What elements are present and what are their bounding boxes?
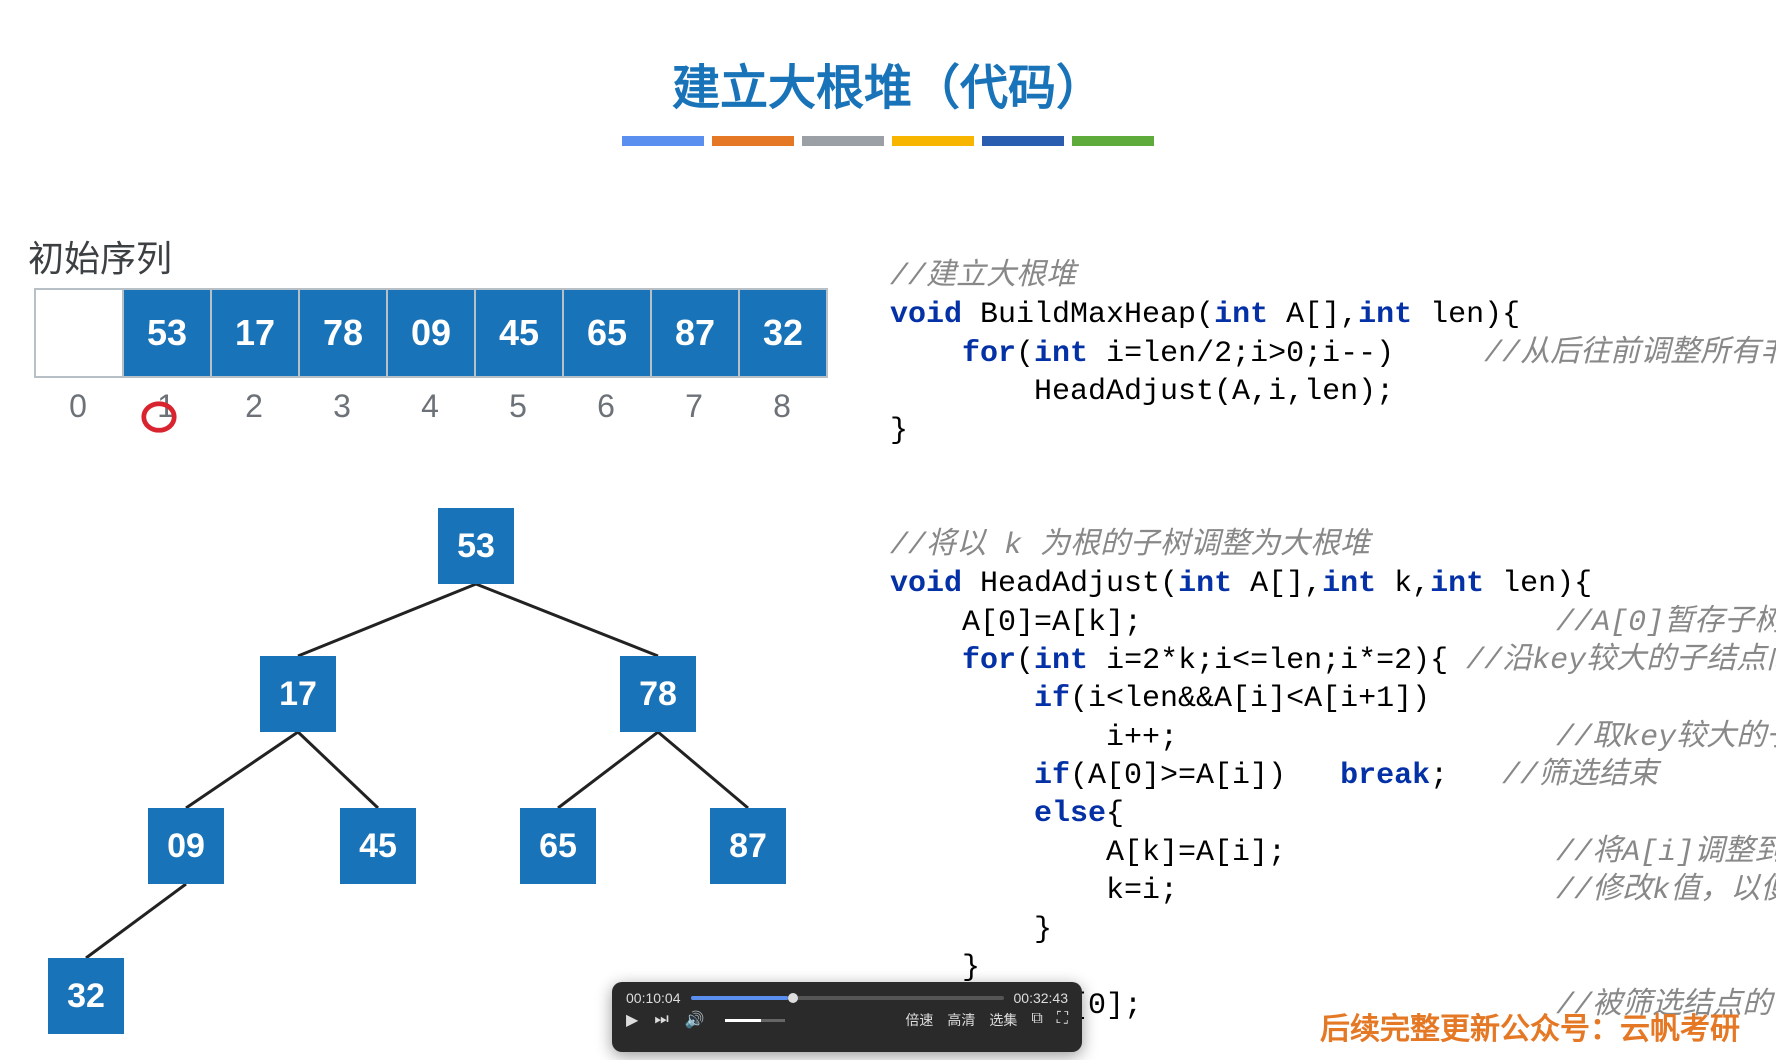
volume-slider[interactable] [725,1019,785,1022]
index-cell: 0 [34,388,122,425]
tree-node: 78 [620,656,696,732]
index-cell: 7 [650,388,738,425]
volume-icon[interactable]: 🔊 [685,1010,705,1030]
index-cell: 4 [386,388,474,425]
tree-node: 65 [520,808,596,884]
tree-node: 45 [340,808,416,884]
watermark-footer: 后续完整更新公众号：云帆考研 [1320,1004,1740,1048]
code-block: //建立大根堆 void BuildMaxHeap(int A[],int le… [890,258,1760,1026]
time-total: 00:32:43 [1014,990,1069,1006]
decorative-color-bars [0,136,1776,146]
video-player-controls: 00:10:04 00:32:43 ▶ ⏭ 🔊 倍速 高清 选集 ⧉ ⛶ [612,982,1082,1052]
array-cell [35,289,123,377]
progress-bar[interactable] [691,996,1004,1000]
index-cell: 3 [298,388,386,425]
time-current: 00:10:04 [626,990,681,1006]
next-icon[interactable]: ⏭ [654,1011,668,1029]
tree-node: 53 [438,508,514,584]
tree-node: 87 [710,808,786,884]
index-cell: 2 [210,388,298,425]
array-cell: 09 [387,289,475,377]
array-cell: 32 [739,289,827,377]
fullscreen-icon[interactable]: ⛶ [1057,1010,1068,1030]
tree-node: 09 [148,808,224,884]
play-icon[interactable]: ▶ [626,1010,638,1030]
pip-icon[interactable]: ⧉ [1031,1010,1042,1030]
tree-node: 32 [48,958,124,1034]
index-cell: 5 [474,388,562,425]
page-title: 建立大根堆（代码） [0,48,1776,118]
episodes-button[interactable]: 选集 [989,1010,1017,1030]
index-cell: 8 [738,388,826,425]
highlight-circle-icon [140,398,178,436]
array-cell: 87 [651,289,739,377]
speed-button[interactable]: 倍速 [905,1010,933,1030]
array-cell: 45 [475,289,563,377]
tree-node: 17 [260,656,336,732]
array-cell: 53 [123,289,211,377]
quality-button[interactable]: 高清 [947,1010,975,1030]
initial-sequence-label: 初始序列 [28,230,172,282]
index-cell: 6 [562,388,650,425]
array-cell: 17 [211,289,299,377]
array-row: 53 17 78 09 45 65 87 32 [34,288,828,378]
heap-tree-diagram: 53 17 78 09 45 65 87 32 [30,488,850,1048]
array-cell: 78 [299,289,387,377]
array-cell: 65 [563,289,651,377]
